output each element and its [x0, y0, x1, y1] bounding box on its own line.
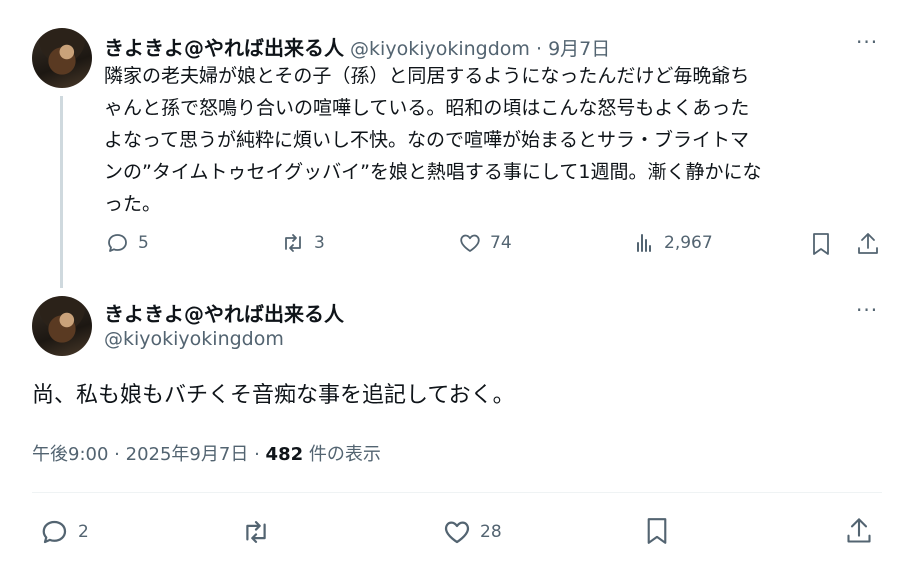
views-button[interactable]: 2,967	[634, 231, 713, 255]
share-button[interactable]	[856, 231, 880, 257]
tweet-date[interactable]: 2025年9月7日	[126, 444, 249, 465]
share-icon	[858, 233, 878, 254]
repost-button[interactable]: 3	[280, 231, 325, 255]
tweet-meta: 午後9:00 · 2025年9月7日 · 482 件の表示	[32, 440, 381, 466]
reply-icon	[42, 520, 67, 544]
text-line: よなって思うが純粋に煩いし不快。なので喧嘩が始まるとサラ・ブライトマ	[104, 129, 750, 151]
tweet-time[interactable]: 午後9:00	[32, 444, 108, 465]
text-line: ゃんと孫で怒鳴り合いの喧嘩している。昭和の頃はこんな怒号もよくあった	[104, 97, 750, 119]
views-count: 2,967	[664, 233, 713, 253]
display-name[interactable]: きよきよ@やれば出来る人	[104, 36, 344, 60]
main-tweet-name: きよきよ@やれば出来る人	[104, 298, 344, 327]
bookmark-icon	[813, 233, 829, 255]
text-line: 隣家の老夫婦が娘とその子（孫）と同居するようになったんだけど毎晩爺ち	[104, 65, 750, 87]
text-line: ンの”タイムトゥセイグッバイ”を娘と熱唱する事にして1週間。漸く静かにな	[104, 161, 762, 183]
bookmark-icon	[647, 518, 667, 544]
share-icon	[847, 518, 871, 543]
display-name[interactable]: きよきよ@やれば出来る人	[104, 302, 344, 326]
repost-button[interactable]	[240, 517, 272, 547]
like-button[interactable]: 74	[458, 231, 512, 255]
main-tweet-handle-row: @kiyokiyokingdom	[104, 328, 284, 350]
bookmark-button[interactable]	[644, 515, 670, 547]
reply-count: 2	[78, 522, 89, 542]
handle[interactable]: @kiyokiyokingdom	[350, 38, 530, 60]
handle[interactable]: @kiyokiyokingdom	[104, 328, 284, 350]
separator: ·	[114, 444, 120, 465]
reply-icon	[108, 234, 127, 252]
reply-button[interactable]: 2	[40, 517, 89, 547]
divider	[32, 492, 882, 493]
repost-icon	[246, 521, 266, 543]
separator: ·	[535, 38, 543, 60]
more-icon[interactable]: ···	[856, 298, 878, 322]
reply-count: 5	[138, 233, 149, 253]
repost-count: 3	[314, 233, 325, 253]
tweet-date[interactable]: 9月7日	[548, 38, 610, 60]
repost-icon	[285, 234, 301, 252]
like-icon	[460, 234, 480, 252]
views-icon	[637, 234, 651, 252]
avatar[interactable]	[32, 296, 92, 356]
bookmark-button[interactable]	[810, 231, 832, 257]
avatar[interactable]	[32, 28, 92, 88]
reply-button[interactable]: 5	[106, 231, 149, 255]
like-count: 28	[480, 522, 502, 542]
main-tweet-text: 尚、私も娘もバチくそ音痴な事を追記しておく。	[32, 383, 515, 408]
like-icon	[444, 521, 470, 544]
more-icon[interactable]: ···	[856, 30, 878, 54]
thread-connector	[60, 96, 63, 288]
views-count: 482	[265, 444, 304, 465]
separator: ·	[254, 444, 260, 465]
share-button[interactable]	[845, 515, 873, 547]
views-label: 件の表示	[308, 444, 381, 465]
like-count: 74	[490, 233, 512, 253]
parent-tweet-header: きよきよ@やれば出来る人 @kiyokiyokingdom · 9月7日	[104, 32, 610, 61]
text-line: った。	[104, 193, 162, 215]
like-button[interactable]: 28	[442, 517, 502, 547]
parent-tweet-text: 隣家の老夫婦が娘とその子（孫）と同居するようになったんだけど毎晩爺ち ゃんと孫で…	[104, 60, 884, 220]
